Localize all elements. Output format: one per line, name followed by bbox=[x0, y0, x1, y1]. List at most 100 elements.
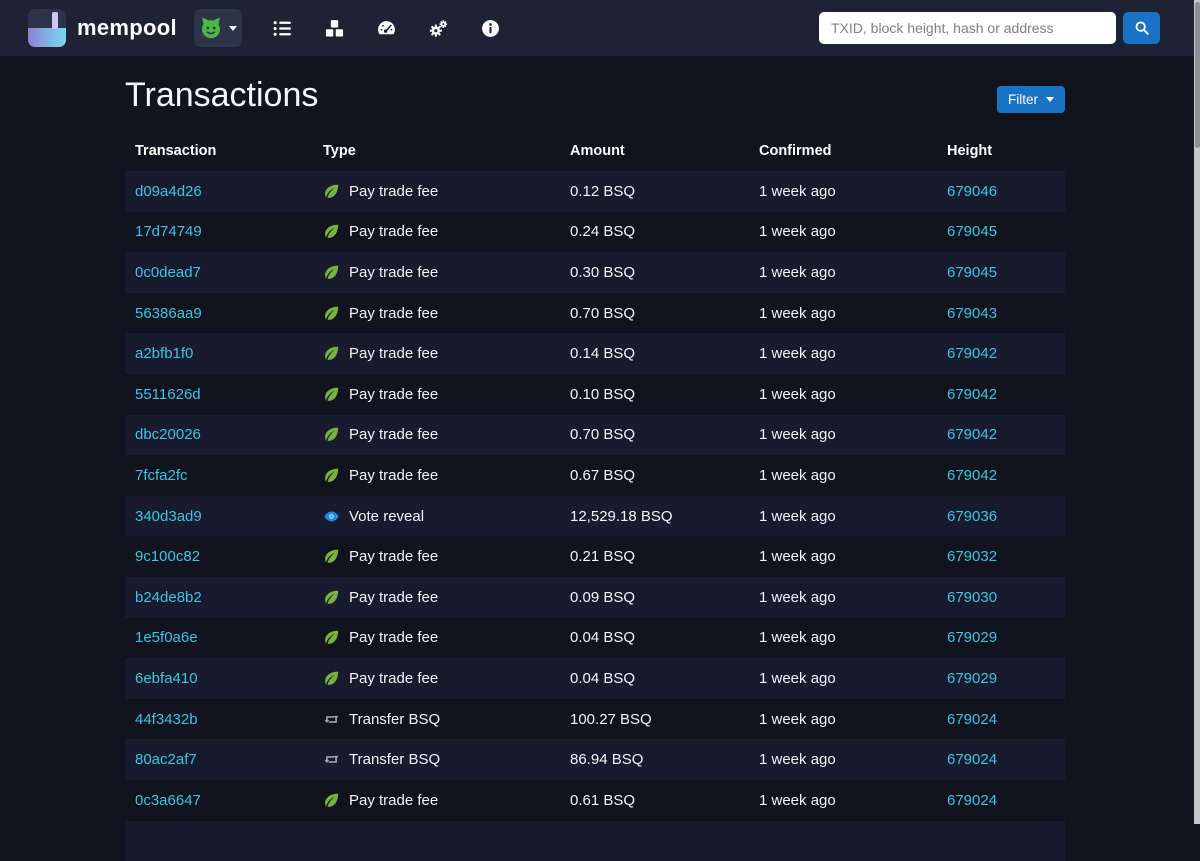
height-link[interactable]: 679024 bbox=[947, 711, 997, 728]
height-link[interactable]: 679024 bbox=[947, 751, 997, 768]
height-link[interactable]: 679043 bbox=[947, 305, 997, 322]
scrollbar-track[interactable] bbox=[1194, 0, 1200, 824]
search-button[interactable] bbox=[1123, 12, 1160, 44]
height-link[interactable]: 679042 bbox=[947, 345, 997, 362]
txid-link[interactable]: b24de8b2 bbox=[135, 589, 202, 606]
confirmed-value: 1 week ago bbox=[759, 467, 836, 484]
leaf-icon bbox=[323, 426, 340, 443]
txid-link[interactable]: d09a4d26 bbox=[135, 183, 202, 200]
home-link[interactable]: mempool bbox=[28, 9, 177, 47]
retweet-icon bbox=[323, 751, 340, 768]
table-row: 6ebfa410 Pay trade fee 0.04 BSQ 1 week a… bbox=[125, 658, 1065, 699]
amount-value: 0.21 BSQ bbox=[570, 548, 635, 565]
search-form bbox=[819, 12, 1160, 44]
height-link[interactable]: 679036 bbox=[947, 508, 997, 525]
confirmed-value: 1 week ago bbox=[759, 183, 836, 200]
confirmed-value: 1 week ago bbox=[759, 386, 836, 403]
brand-title: mempool bbox=[77, 15, 177, 41]
confirmed-value: 1 week ago bbox=[759, 305, 836, 322]
height-link[interactable]: 679042 bbox=[947, 386, 997, 403]
search-input[interactable] bbox=[819, 12, 1116, 44]
height-link[interactable]: 679042 bbox=[947, 426, 997, 443]
caret-down-icon bbox=[1046, 97, 1054, 102]
network-dropdown-button[interactable] bbox=[194, 9, 242, 47]
amount-cell: 86.94 BSQ bbox=[560, 739, 749, 780]
nav-about-link[interactable] bbox=[480, 17, 502, 39]
txid-link[interactable]: 0c0dead7 bbox=[135, 264, 201, 281]
table-row: 0c0dead7 Pay trade fee 0.30 BSQ 1 week a… bbox=[125, 252, 1065, 293]
type-label: Transfer BSQ bbox=[349, 751, 440, 768]
header-amount: Amount bbox=[560, 133, 749, 171]
filter-button[interactable]: Filter bbox=[997, 86, 1065, 113]
confirmed-cell: 1 week ago bbox=[749, 171, 937, 212]
confirmed-value: 1 week ago bbox=[759, 751, 836, 768]
txid-link[interactable]: 6ebfa410 bbox=[135, 670, 198, 687]
amount-value: 0.70 BSQ bbox=[570, 305, 635, 322]
confirmed-cell: 1 week ago bbox=[749, 496, 937, 537]
txid-link[interactable]: 44f3432b bbox=[135, 711, 198, 728]
amount-cell: 0.70 BSQ bbox=[560, 415, 749, 456]
gauge-icon bbox=[376, 18, 397, 39]
leaf-icon bbox=[323, 548, 340, 565]
scrollbar-thumb[interactable] bbox=[1195, 2, 1200, 148]
type-label: Pay trade fee bbox=[349, 548, 438, 565]
amount-value: 0.61 BSQ bbox=[570, 792, 635, 809]
table-row: 0c3a6647 Pay trade fee 0.61 BSQ 1 week a… bbox=[125, 780, 1065, 821]
confirmed-cell: 1 week ago bbox=[749, 780, 937, 821]
height-link[interactable]: 679045 bbox=[947, 264, 997, 281]
table-row: a2bfb1f0 Pay trade fee 0.14 BSQ 1 week a… bbox=[125, 333, 1065, 374]
height-link[interactable]: 679029 bbox=[947, 670, 997, 687]
leaf-icon bbox=[323, 305, 340, 322]
height-link[interactable]: 679045 bbox=[947, 223, 997, 240]
height-link[interactable]: 679042 bbox=[947, 467, 997, 484]
confirmed-cell: 1 week ago bbox=[749, 658, 937, 699]
table-row: 9c100c82 Pay trade fee 0.21 BSQ 1 week a… bbox=[125, 536, 1065, 577]
caret-down-icon bbox=[229, 26, 237, 31]
amount-value: 0.10 BSQ bbox=[570, 386, 635, 403]
txid-link[interactable]: dbc20026 bbox=[135, 426, 201, 443]
list-icon bbox=[272, 18, 293, 39]
confirmed-value: 1 week ago bbox=[759, 426, 836, 443]
type-label: Pay trade fee bbox=[349, 305, 438, 322]
txid-link[interactable]: 340d3ad9 bbox=[135, 508, 202, 525]
nav-dashboard-link[interactable] bbox=[376, 17, 398, 39]
table-row: dbc20026 Pay trade fee 0.70 BSQ 1 week a… bbox=[125, 415, 1065, 456]
nav-stats-link[interactable] bbox=[428, 17, 450, 39]
amount-cell: 0.67 BSQ bbox=[560, 455, 749, 496]
type-label: Pay trade fee bbox=[349, 183, 438, 200]
amount-value: 100.27 BSQ bbox=[570, 711, 652, 728]
height-link[interactable]: 679030 bbox=[947, 589, 997, 606]
height-link[interactable]: 679046 bbox=[947, 183, 997, 200]
table-row: 340d3ad9 Vote reveal 12,529.18 BSQ 1 wee… bbox=[125, 496, 1065, 537]
height-link[interactable]: 679029 bbox=[947, 629, 997, 646]
txid-link[interactable]: 17d74749 bbox=[135, 223, 202, 240]
leaf-icon bbox=[323, 670, 340, 687]
confirmed-cell: 1 week ago bbox=[749, 374, 937, 415]
confirmed-cell: 1 week ago bbox=[749, 577, 937, 618]
height-link[interactable]: 679024 bbox=[947, 792, 997, 809]
nav-blocks-link[interactable] bbox=[324, 17, 346, 39]
height-link[interactable]: 679032 bbox=[947, 548, 997, 565]
txid-link[interactable]: 1e5f0a6e bbox=[135, 629, 198, 646]
nav-transactions-link[interactable] bbox=[272, 17, 294, 39]
table-row-partial bbox=[125, 821, 1065, 861]
confirmed-cell: 1 week ago bbox=[749, 333, 937, 374]
amount-cell: 100.27 BSQ bbox=[560, 699, 749, 740]
amount-value: 0.24 BSQ bbox=[570, 223, 635, 240]
type-label: Pay trade fee bbox=[349, 467, 438, 484]
tx-table-body: d09a4d26 Pay trade fee 0.12 BSQ 1 week a… bbox=[125, 171, 1065, 861]
amount-cell: 0.21 BSQ bbox=[560, 536, 749, 577]
confirmed-cell: 1 week ago bbox=[749, 415, 937, 456]
txid-link[interactable]: 80ac2af7 bbox=[135, 751, 197, 768]
type-label: Transfer BSQ bbox=[349, 711, 440, 728]
leaf-icon bbox=[323, 345, 340, 362]
confirmed-cell: 1 week ago bbox=[749, 252, 937, 293]
txid-link[interactable]: 5511626d bbox=[135, 386, 201, 403]
txid-link[interactable]: 7fcfa2fc bbox=[135, 467, 188, 484]
amount-value: 0.30 BSQ bbox=[570, 264, 635, 281]
txid-link[interactable]: 56386aa9 bbox=[135, 305, 202, 322]
txid-link[interactable]: 0c3a6647 bbox=[135, 792, 201, 809]
txid-link[interactable]: 9c100c82 bbox=[135, 548, 200, 565]
confirmed-value: 1 week ago bbox=[759, 792, 836, 809]
txid-link[interactable]: a2bfb1f0 bbox=[135, 345, 193, 362]
